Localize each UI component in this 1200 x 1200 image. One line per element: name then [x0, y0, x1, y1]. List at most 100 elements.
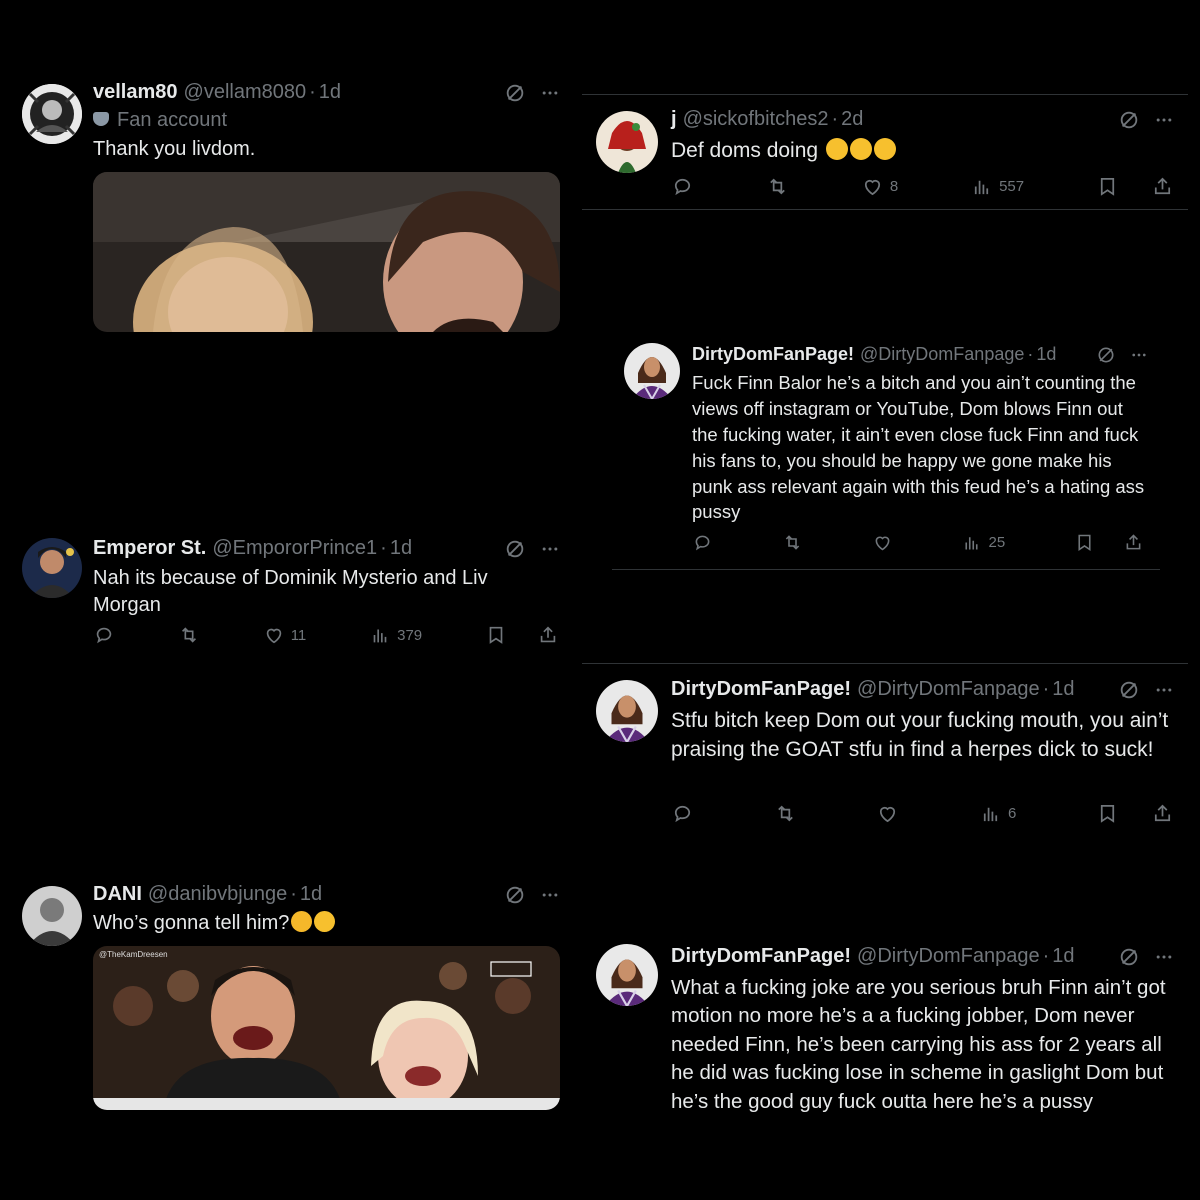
- separator-dot: ·: [309, 81, 316, 103]
- handle[interactable]: @DirtyDomFanpage: [857, 678, 1040, 701]
- share-icon[interactable]: [1151, 175, 1174, 198]
- display-name[interactable]: DirtyDomFanPage!: [671, 945, 851, 968]
- handle[interactable]: @EmpororPrince1: [212, 537, 377, 560]
- timestamp[interactable]: 1d: [1052, 945, 1074, 968]
- separator-dot: ·: [1042, 945, 1050, 967]
- display-name[interactable]: DirtyDomFanPage!: [692, 344, 854, 365]
- retweet-button[interactable]: [178, 624, 200, 646]
- like-button[interactable]: [876, 802, 899, 825]
- retweet-button[interactable]: [766, 175, 789, 198]
- avatar[interactable]: [22, 84, 82, 144]
- share-icon[interactable]: [537, 624, 559, 646]
- like-button[interactable]: [872, 532, 893, 553]
- more-icon[interactable]: [540, 83, 560, 103]
- like-count: 8: [889, 178, 899, 195]
- display-name[interactable]: DANI: [93, 883, 142, 906]
- timestamp[interactable]: 2d: [841, 108, 863, 131]
- tweet-emperor[interactable]: Emperor St. @EmpororPrince1 · 1d Nah its…: [0, 530, 580, 670]
- grok-icon[interactable]: [504, 884, 526, 906]
- display-name[interactable]: DirtyDomFanPage!: [671, 678, 851, 701]
- tweet-dirtydom-1[interactable]: DirtyDomFanPage! @DirtyDomFanpage · 1d F…: [600, 330, 1180, 570]
- share-icon[interactable]: [1151, 802, 1174, 825]
- more-icon[interactable]: [540, 885, 560, 905]
- reply-button[interactable]: [671, 802, 694, 825]
- reply-button[interactable]: [692, 532, 713, 553]
- separator-dot: ·: [1027, 344, 1034, 364]
- views-icon: [961, 532, 982, 553]
- retweet-button[interactable]: [774, 802, 797, 825]
- retweet-button[interactable]: [782, 532, 803, 553]
- bookmark-icon[interactable]: [485, 624, 507, 646]
- media-image: [93, 172, 560, 332]
- display-name[interactable]: vellam80: [93, 81, 178, 104]
- timestamp[interactable]: 1d: [300, 883, 322, 906]
- views-button[interactable]: 557: [970, 175, 1024, 198]
- display-name[interactable]: j: [671, 108, 677, 131]
- tweet-j[interactable]: j @sickofbitches2 · 2d Def doms doing 8 …: [582, 95, 1200, 209]
- views-icon: [970, 175, 993, 198]
- tweet-text: Fuck Finn Balor he’s a bitch and you ain…: [692, 372, 1145, 523]
- tweet-dani[interactable]: DANI @danibvbjunge · 1d Who’s gonna tell…: [0, 876, 580, 1116]
- tweet-media[interactable]: [93, 172, 560, 332]
- more-icon[interactable]: [1130, 346, 1148, 364]
- grok-icon[interactable]: [504, 538, 526, 560]
- divider: [612, 569, 1160, 570]
- more-icon[interactable]: [540, 539, 560, 559]
- laughing-emoji: [874, 138, 897, 161]
- avatar[interactable]: [22, 538, 82, 598]
- timestamp[interactable]: 1d: [1036, 344, 1056, 365]
- grok-icon[interactable]: [1118, 109, 1140, 131]
- tweet-dirtydom-3[interactable]: DirtyDomFanPage! @DirtyDomFanpage · 1d W…: [582, 932, 1200, 1152]
- tweet-text-content: Who’s gonna tell him?: [93, 912, 290, 934]
- handle[interactable]: @DirtyDomFanpage: [857, 945, 1040, 968]
- bookmark-icon[interactable]: [1074, 532, 1095, 553]
- handle[interactable]: @DirtyDomFanpage: [860, 344, 1024, 365]
- reply-button[interactable]: [671, 175, 694, 198]
- media-image: @TheKamDreesen: [93, 946, 560, 1110]
- like-icon: [263, 624, 285, 646]
- like-button[interactable]: 8: [861, 175, 898, 198]
- views-button[interactable]: 25: [961, 532, 1005, 553]
- display-name[interactable]: Emperor St.: [93, 537, 206, 560]
- grok-icon[interactable]: [504, 82, 526, 104]
- handle[interactable]: @sickofbitches2: [683, 108, 829, 131]
- views-button[interactable]: 6: [979, 802, 1016, 825]
- grok-icon[interactable]: [1118, 946, 1140, 968]
- avatar[interactable]: [596, 111, 658, 173]
- avatar-image: [596, 680, 658, 742]
- handle[interactable]: @vellam8080: [184, 81, 307, 104]
- timestamp[interactable]: 1d: [319, 81, 341, 104]
- saluting-face-emoji: [291, 911, 313, 932]
- bookmark-icon[interactable]: [1096, 802, 1119, 825]
- tweet-dirtydom-2[interactable]: DirtyDomFanPage! @DirtyDomFanpage · 1d S…: [582, 664, 1200, 840]
- grok-icon[interactable]: [1096, 345, 1116, 365]
- share-icon[interactable]: [1123, 532, 1144, 553]
- tweet-vellam80[interactable]: vellam80 @vellam8080 · 1d Fan account Th…: [0, 0, 580, 340]
- more-icon[interactable]: [1154, 680, 1174, 700]
- like-button[interactable]: 11: [263, 624, 306, 646]
- avatar-image: [22, 84, 82, 144]
- reply-icon: [671, 175, 694, 198]
- grok-icon[interactable]: [1118, 679, 1140, 701]
- reply-button[interactable]: [93, 624, 115, 646]
- more-icon[interactable]: [1154, 110, 1174, 130]
- avatar[interactable]: [596, 944, 658, 1006]
- avatar-image: [22, 538, 82, 598]
- avatar-image: [596, 944, 658, 1006]
- avatar[interactable]: [624, 343, 680, 399]
- separator-dot: ·: [290, 883, 297, 905]
- views-button[interactable]: 379: [369, 624, 422, 646]
- views-icon: [369, 624, 391, 646]
- separator-dot: ·: [380, 537, 387, 559]
- bookmark-icon[interactable]: [1096, 175, 1119, 198]
- laughing-emoji: [825, 138, 848, 161]
- timestamp[interactable]: 1d: [1052, 678, 1074, 701]
- handle[interactable]: @danibvbjunge: [148, 883, 287, 906]
- avatar[interactable]: [596, 680, 658, 742]
- view-count: 557: [999, 178, 1025, 195]
- mask-icon: [93, 112, 109, 126]
- avatar[interactable]: [22, 886, 82, 946]
- tweet-media[interactable]: @TheKamDreesen: [93, 946, 560, 1110]
- more-icon[interactable]: [1154, 947, 1174, 967]
- timestamp[interactable]: 1d: [390, 537, 412, 560]
